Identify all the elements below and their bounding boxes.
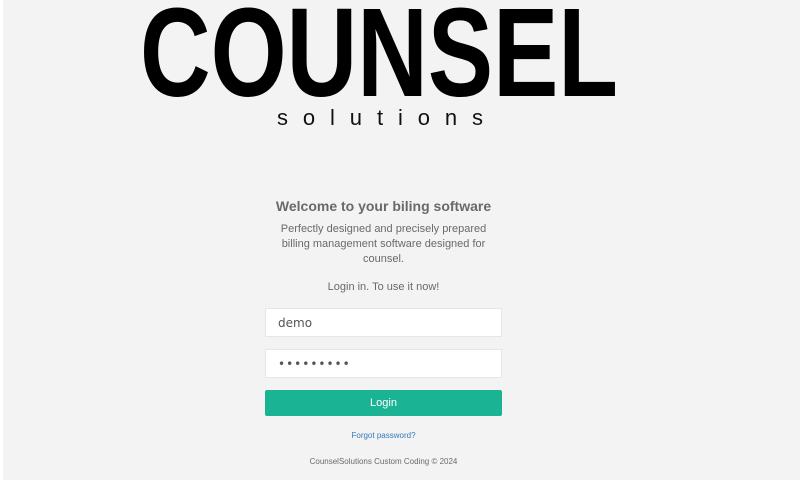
logo-wordmark: COUNSEL — [140, 2, 618, 100]
login-page: COUNSEL solutions Welcome to your biling… — [3, 0, 800, 480]
login-description: Perfectly designed and precisely prepare… — [280, 223, 487, 265]
logo-subtitle: solutions — [277, 105, 483, 130]
forgot-password-link[interactable]: Forgot password? — [265, 430, 502, 442]
svg-text:solutions: solutions — [277, 105, 483, 130]
brand-logo: COUNSEL solutions — [3, 0, 800, 140]
login-button[interactable]: Login — [265, 390, 502, 416]
username-input[interactable] — [265, 308, 502, 337]
login-prompt: Login in. To use it now! — [327, 281, 440, 293]
login-panel: Welcome to your biling software Perfectl… — [265, 190, 502, 476]
svg-text:COUNSEL: COUNSEL — [140, 2, 618, 100]
copyright-text: CounselSolutions Custom Coding © 2024 — [309, 457, 458, 466]
password-input[interactable] — [265, 349, 502, 378]
welcome-heading: Welcome to your biling software — [275, 198, 492, 214]
